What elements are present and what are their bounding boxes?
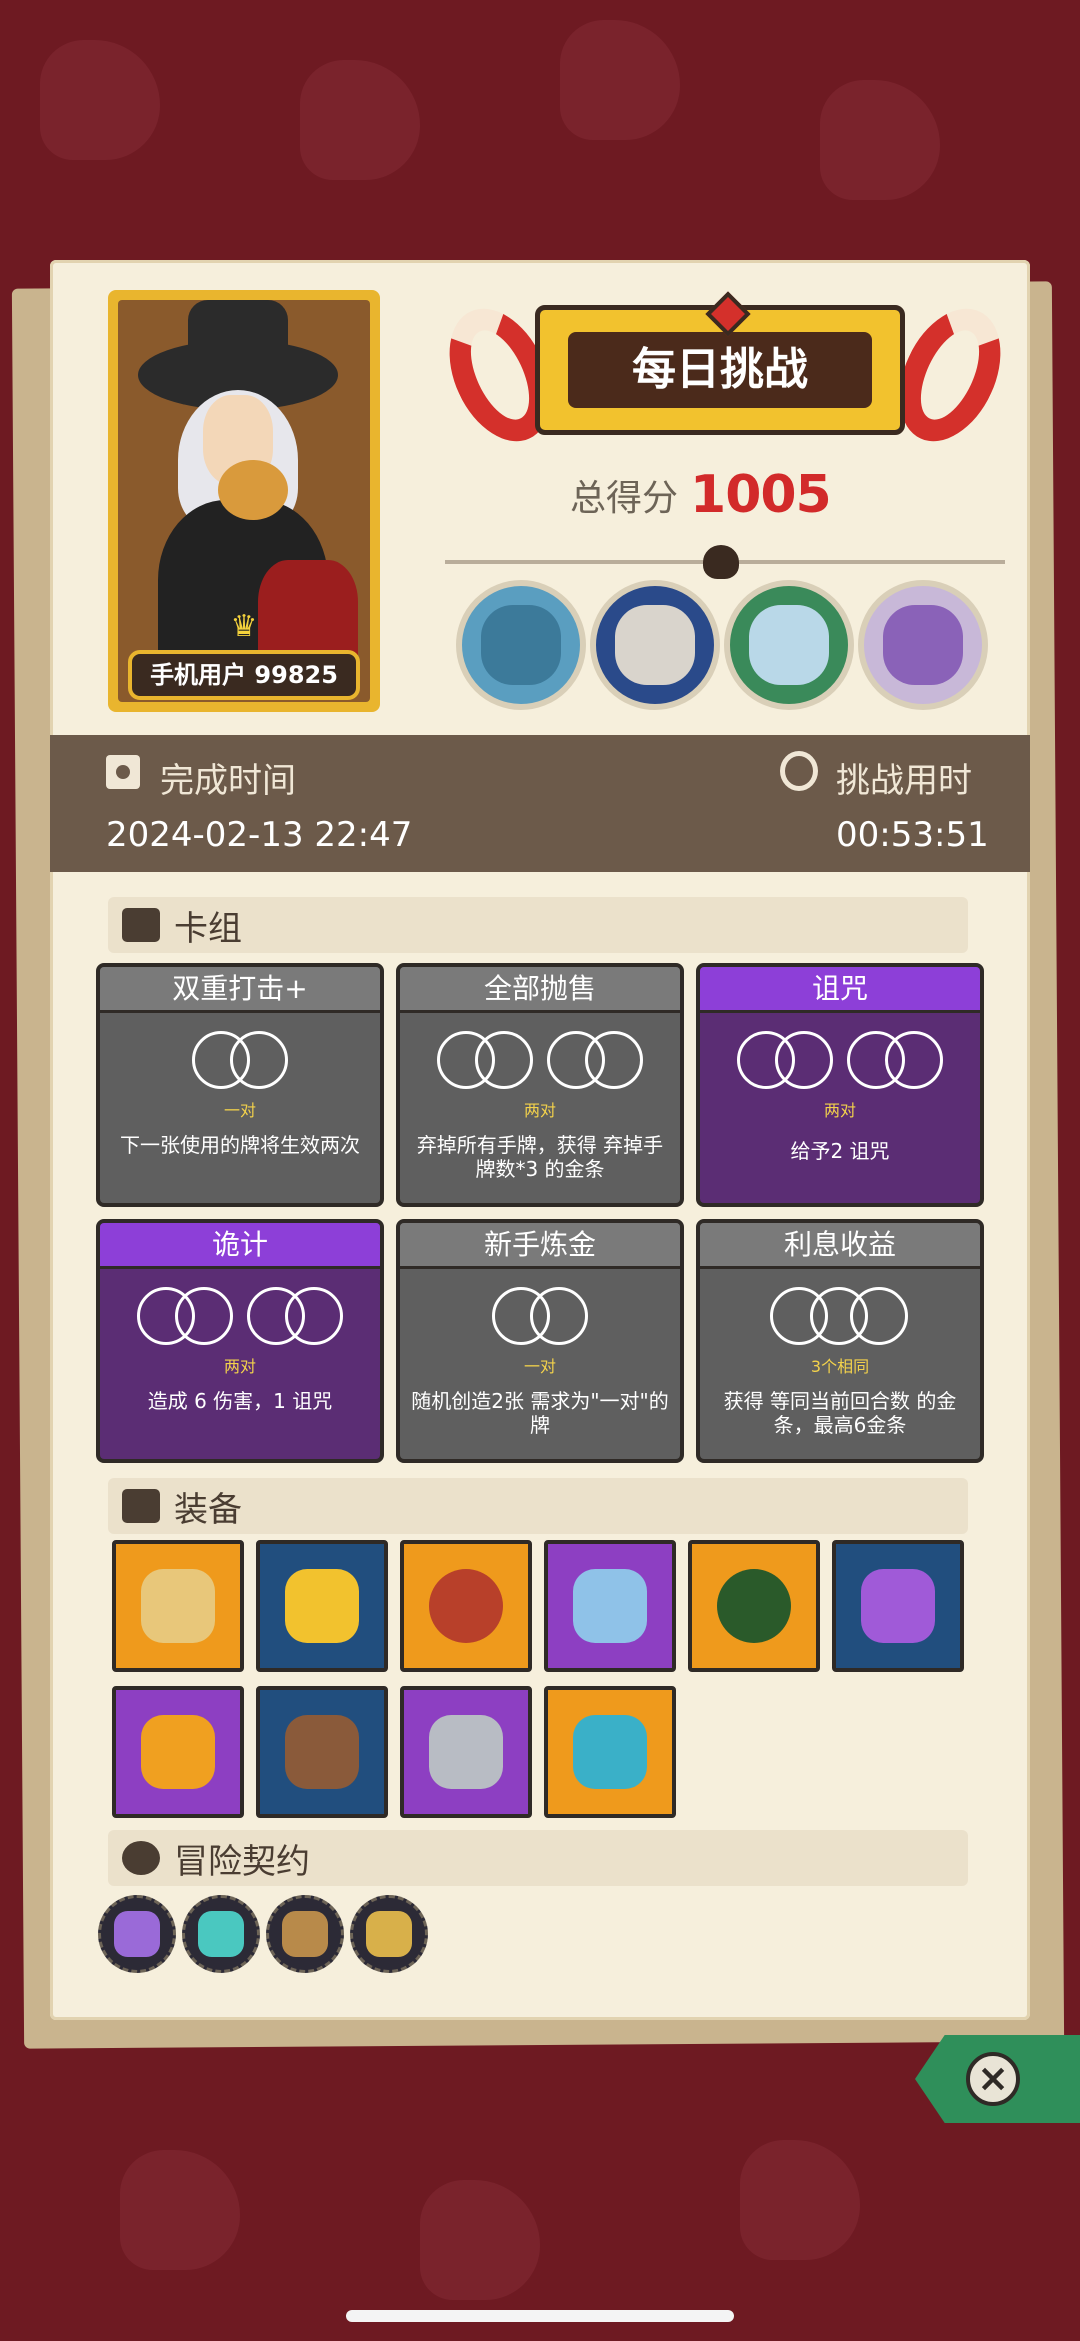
cards-icon bbox=[122, 908, 160, 942]
two-pair-rings-icon bbox=[400, 1031, 680, 1091]
card-title: 全部抛售 bbox=[400, 967, 680, 1013]
money-sack-icon bbox=[141, 1569, 215, 1643]
player-name: 手机用户 99825 bbox=[128, 650, 360, 700]
stopwatch-icon bbox=[780, 751, 818, 791]
finish-time-label: 完成时间 bbox=[160, 761, 296, 801]
two-pair-rings-icon bbox=[100, 1287, 380, 1347]
equipment-slot[interactable] bbox=[400, 1686, 532, 1818]
person-icon bbox=[122, 1841, 160, 1875]
card[interactable]: 诡计 两对 造成 6 伤害，1 诅咒 bbox=[96, 1219, 384, 1463]
card-requirement: 一对 bbox=[523, 1357, 556, 1376]
card-description: 造成 6 伤害，1 诅咒 bbox=[147, 1389, 333, 1413]
film-icon bbox=[106, 755, 140, 789]
section-contracts-label: 冒险契约 bbox=[174, 1841, 310, 1882]
box-icon bbox=[122, 1489, 160, 1523]
crown-icon: ♛ bbox=[230, 609, 258, 644]
skull-icon bbox=[703, 545, 739, 579]
equipment-slot[interactable] bbox=[256, 1686, 388, 1818]
card-description: 弃掉所有手牌，获得 弃掉手牌数*3 的金条 bbox=[416, 1133, 664, 1181]
card-title: 诅咒 bbox=[700, 967, 980, 1013]
red-plate-icon bbox=[429, 1569, 503, 1643]
card-title: 利息收益 bbox=[700, 1223, 980, 1269]
boss-portrait bbox=[456, 580, 586, 710]
equipment-slot[interactable] bbox=[256, 1540, 388, 1672]
challenge-title: 每日挑战 bbox=[568, 332, 872, 408]
card[interactable]: 双重打击+ 一对 下一张使用的牌将生效两次 bbox=[96, 963, 384, 1207]
card-requirement: 两对 bbox=[523, 1101, 556, 1120]
equipment-slot[interactable] bbox=[112, 1540, 244, 1672]
equipment-slot[interactable] bbox=[832, 1540, 964, 1672]
triple-rings-icon bbox=[700, 1287, 980, 1347]
score-value: 1005 bbox=[690, 465, 832, 525]
card-requirement: 3个相同 bbox=[810, 1357, 870, 1376]
metal-cube-icon bbox=[429, 1715, 503, 1789]
card-description: 给予2 诅咒 bbox=[790, 1139, 890, 1163]
card[interactable]: 利息收益 3个相同 获得 等同当前回合数 的金条，最高6金条 bbox=[696, 1219, 984, 1463]
skull-claw-contract-icon bbox=[114, 1911, 160, 1957]
card-requirement: 两对 bbox=[823, 1101, 856, 1120]
blue-dagger-icon bbox=[573, 1569, 647, 1643]
boss-portrait bbox=[590, 580, 720, 710]
card-grid: 双重打击+ 一对 下一张使用的牌将生效两次 全部抛售 两对 弃掉所有手牌，获得 … bbox=[96, 963, 986, 1463]
card[interactable]: 诅咒 两对 给予2 诅咒 bbox=[696, 963, 984, 1207]
contract-list bbox=[98, 1895, 428, 1973]
fire-gauntlet-icon bbox=[141, 1715, 215, 1789]
duration-label: 挑战用时 bbox=[836, 761, 972, 801]
purple-potion-icon bbox=[861, 1569, 935, 1643]
eye-coin-contract-icon bbox=[198, 1911, 244, 1957]
score-label: 总得分 bbox=[570, 478, 679, 519]
section-equipment: 装备 bbox=[108, 1478, 968, 1534]
masked-woman-boss-icon bbox=[615, 605, 695, 685]
section-deck: 卡组 bbox=[108, 897, 968, 953]
section-contracts: 冒险契约 bbox=[108, 1830, 968, 1886]
contract-badge[interactable] bbox=[266, 1895, 344, 1973]
equipment-slot[interactable] bbox=[544, 1686, 676, 1818]
card-title: 新手炼金 bbox=[400, 1223, 680, 1269]
pair-rings-icon bbox=[100, 1031, 380, 1091]
section-equipment-label: 装备 bbox=[174, 1489, 242, 1530]
boss-portrait bbox=[858, 580, 988, 710]
boss-portrait bbox=[724, 580, 854, 710]
card-requirement: 一对 bbox=[223, 1101, 256, 1120]
flame-mask-icon bbox=[573, 1715, 647, 1789]
pair-rings-icon bbox=[400, 1287, 680, 1347]
duration-value: 00:53:51 bbox=[836, 815, 989, 855]
section-deck-label: 卡组 bbox=[174, 908, 242, 949]
card[interactable]: 全部抛售 两对 弃掉所有手牌，获得 弃掉手牌数*3 的金条 bbox=[396, 963, 684, 1207]
purple-dragon-boss-icon bbox=[883, 605, 963, 685]
card-requirement: 两对 bbox=[223, 1357, 256, 1376]
card-description: 随机创造2张 需求为"一对"的牌 bbox=[411, 1389, 669, 1437]
card-title: 诡计 bbox=[100, 1223, 380, 1269]
time-strip: 完成时间 2024-02-13 22:47 挑战用时 00:53:51 bbox=[50, 735, 1030, 872]
green-horn-icon bbox=[717, 1569, 791, 1643]
barrel-contract-icon bbox=[282, 1911, 328, 1957]
lantern-contract-icon bbox=[366, 1911, 412, 1957]
equipment-slot[interactable] bbox=[688, 1540, 820, 1672]
two-pair-rings-icon bbox=[700, 1031, 980, 1091]
contract-badge[interactable] bbox=[350, 1895, 428, 1973]
equipment-grid bbox=[112, 1540, 972, 1818]
hooded-child-boss-icon bbox=[749, 605, 829, 685]
total-score: 总得分 1005 bbox=[570, 465, 832, 525]
equipment-slot[interactable] bbox=[544, 1540, 676, 1672]
contract-badge[interactable] bbox=[98, 1895, 176, 1973]
horn-cup-icon bbox=[285, 1715, 359, 1789]
card-description: 获得 等同当前回合数 的金条，最高6金条 bbox=[723, 1389, 957, 1437]
equipment-slot[interactable] bbox=[112, 1686, 244, 1818]
card-description: 下一张使用的牌将生效两次 bbox=[120, 1133, 360, 1157]
boss-list bbox=[456, 580, 988, 710]
home-indicator[interactable] bbox=[346, 2310, 734, 2322]
close-icon[interactable]: × bbox=[966, 2052, 1020, 2106]
contract-badge[interactable] bbox=[182, 1895, 260, 1973]
blue-ogre-boss-icon bbox=[481, 605, 561, 685]
equipment-slot[interactable] bbox=[400, 1540, 532, 1672]
finish-time-value: 2024-02-13 22:47 bbox=[106, 815, 413, 855]
hero-portrait bbox=[108, 290, 380, 712]
golden-helmet-icon bbox=[285, 1569, 359, 1643]
card-title: 双重打击+ bbox=[100, 967, 380, 1013]
card[interactable]: 新手炼金 一对 随机创造2张 需求为"一对"的牌 bbox=[396, 1219, 684, 1463]
